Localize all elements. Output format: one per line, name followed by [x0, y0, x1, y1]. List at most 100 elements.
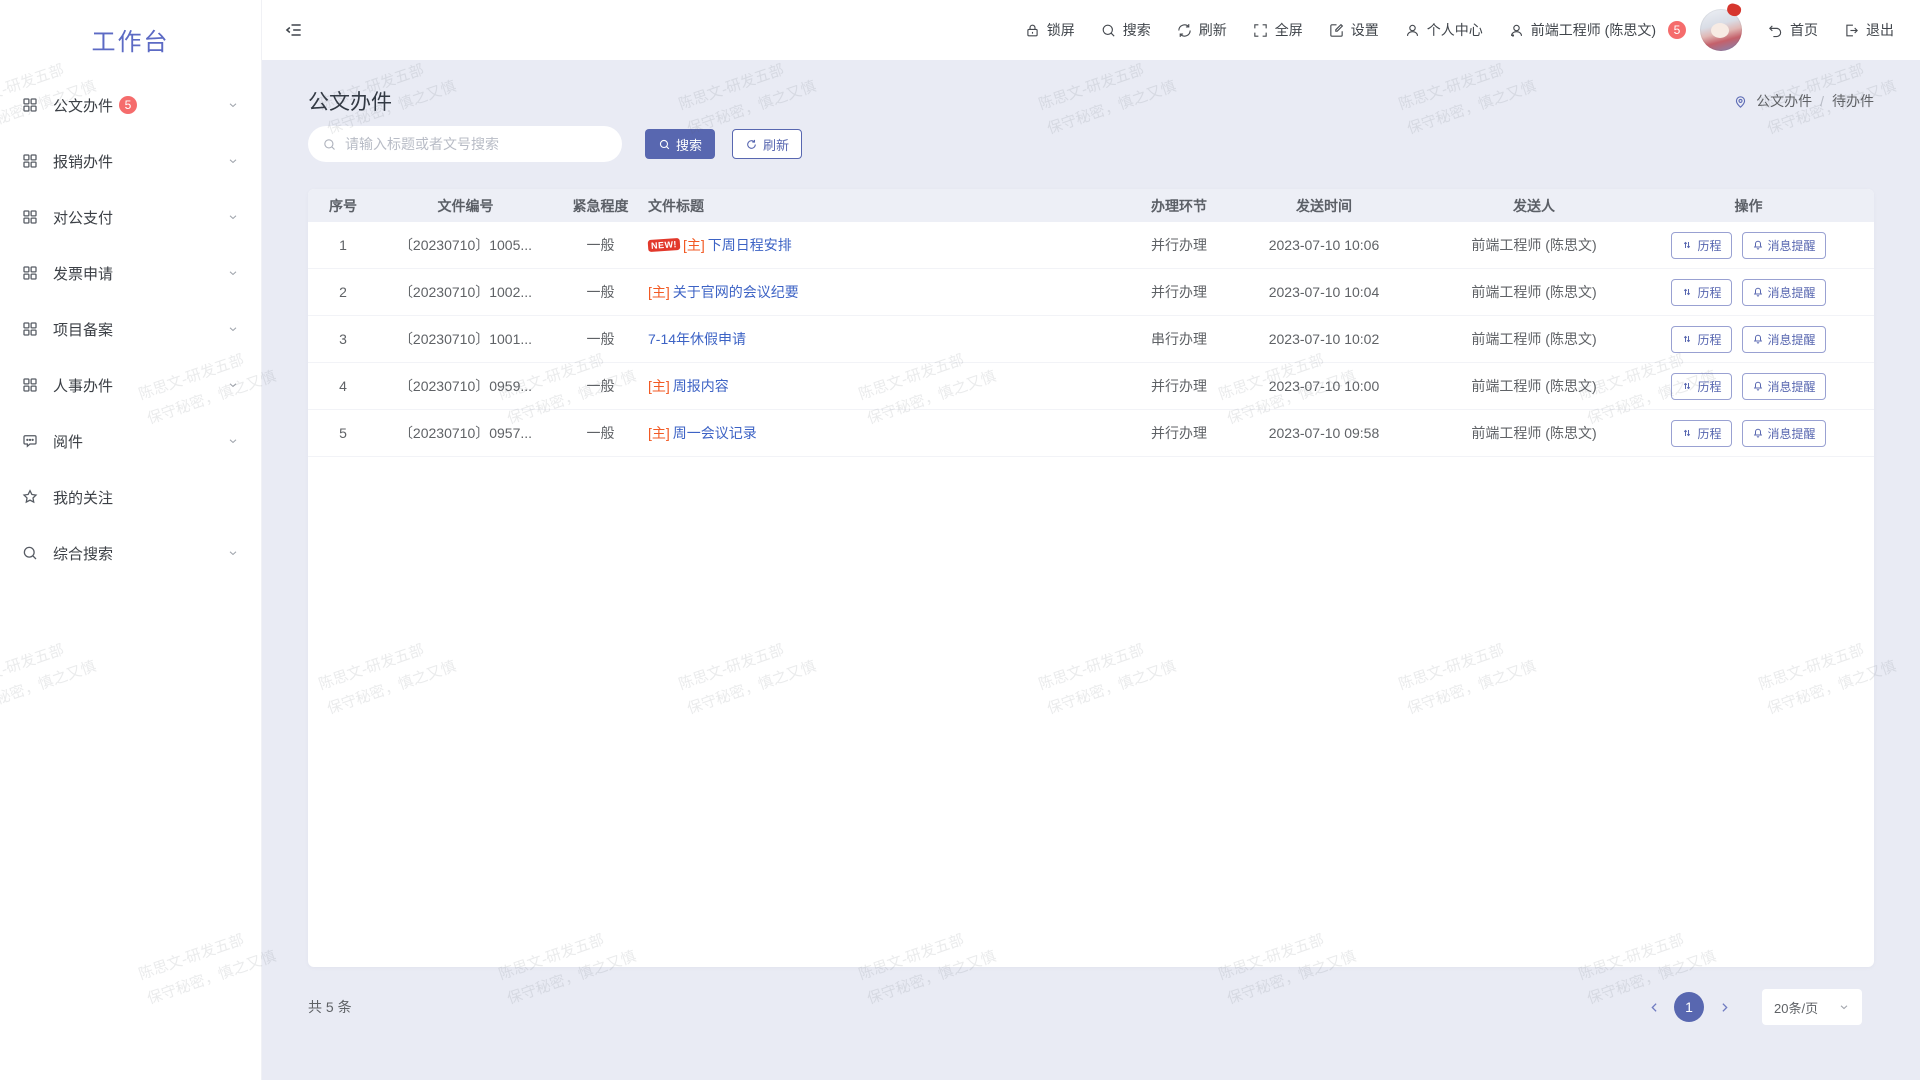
search-button[interactable]: 搜索: [645, 129, 715, 159]
col-header-doc-no: 文件编号: [378, 196, 553, 216]
grid-icon: [21, 96, 39, 114]
history-button[interactable]: 历程: [1671, 420, 1731, 447]
header-refresh-button[interactable]: 刷新: [1176, 20, 1227, 40]
cell-step: 并行办理: [1119, 423, 1239, 443]
collapse-sidebar-icon[interactable]: [284, 20, 304, 40]
home-button[interactable]: 首页: [1767, 20, 1818, 40]
new-badge: NEW!: [648, 238, 681, 252]
cell-urgency: 一般: [553, 423, 648, 443]
breadcrumb: 公文办件 / 待办件: [1733, 91, 1874, 111]
sidebar-item-reading[interactable]: 阅件: [0, 413, 261, 469]
logout-icon: [1843, 22, 1860, 39]
table-row: 2 〔20230710〕1002... 一般 [主] 关于官网的会议纪要 并行办…: [308, 269, 1874, 316]
personal-center-button[interactable]: 个人中心: [1404, 20, 1483, 40]
doc-title-link[interactable]: 周报内容: [673, 376, 729, 396]
cell-urgency: 一般: [553, 235, 648, 255]
documents-table: 序号 文件编号 紧急程度 文件标题 办理环节 发送时间 发送人 操作 1 〔20…: [308, 189, 1874, 967]
header-search-button[interactable]: 搜索: [1100, 20, 1151, 40]
search-icon: [658, 138, 671, 151]
sidebar-item-label: 发票申请: [53, 263, 113, 284]
grid-icon: [21, 320, 39, 338]
grid-icon: [21, 152, 39, 170]
sidebar-menu: 公文办件 5 报销办件 对公支付 发票申请 项目备案 人事办件: [0, 77, 261, 581]
sidebar-item-my-follows[interactable]: 我的关注: [0, 469, 261, 525]
cell-doc-no: 〔20230710〕1005...: [378, 235, 553, 255]
user-avatar[interactable]: [1700, 9, 1742, 51]
notify-button[interactable]: 消息提醒: [1742, 326, 1826, 353]
breadcrumb-section[interactable]: 公文办件: [1756, 91, 1812, 111]
grid-icon: [21, 264, 39, 282]
history-button[interactable]: 历程: [1671, 279, 1731, 306]
back-home-icon: [1767, 22, 1784, 39]
cell-sender: 前端工程师 (陈思文): [1409, 329, 1659, 349]
sidebar-item-official-docs[interactable]: 公文办件 5: [0, 77, 261, 133]
sidebar-item-label: 公文办件: [53, 95, 113, 116]
notify-label: 消息提醒: [1768, 425, 1816, 442]
table-row: 4 〔20230710〕0959... 一般 [主] 周报内容 并行办理 202…: [308, 363, 1874, 410]
history-button[interactable]: 历程: [1671, 373, 1731, 400]
bell-icon: [1752, 380, 1764, 392]
doc-title-link[interactable]: 下周日程安排: [708, 235, 792, 255]
notify-button[interactable]: 消息提醒: [1742, 232, 1826, 259]
search-input[interactable]: [345, 136, 595, 152]
sidebar-item-invoice-request[interactable]: 发票申请: [0, 245, 261, 301]
sidebar-item-label: 报销办件: [53, 151, 113, 172]
bell-icon: [1752, 427, 1764, 439]
settings-button[interactable]: 设置: [1328, 20, 1379, 40]
grid-icon: [21, 376, 39, 394]
sidebar-item-global-search[interactable]: 综合搜索: [0, 525, 261, 581]
logout-button[interactable]: 退出: [1843, 20, 1894, 40]
current-user[interactable]: 前端工程师 (陈思文) 5: [1508, 20, 1686, 40]
doc-title-link[interactable]: 7-14年休假申请: [648, 329, 746, 349]
cell-seq: 5: [308, 425, 378, 441]
sidebar-item-hr-affairs[interactable]: 人事办件: [0, 357, 261, 413]
breadcrumb-current: 待办件: [1832, 91, 1874, 111]
doc-title-link[interactable]: 周一会议记录: [673, 423, 757, 443]
page-size-select[interactable]: 20条/页: [1762, 989, 1862, 1025]
cell-urgency: 一般: [553, 329, 648, 349]
history-label: 历程: [1697, 284, 1721, 301]
sidebar-item-corporate-payment[interactable]: 对公支付: [0, 189, 261, 245]
chevron-down-icon: [227, 323, 239, 335]
sidebar: 工作台 公文办件 5 报销办件 对公支付 发票申请 项目备案: [0, 0, 262, 1080]
prev-page-button[interactable]: [1640, 993, 1668, 1021]
notify-button[interactable]: 消息提醒: [1742, 373, 1826, 400]
bell-icon: [1752, 333, 1764, 345]
history-button[interactable]: 历程: [1671, 326, 1731, 353]
notify-label: 消息提醒: [1768, 331, 1816, 348]
history-label: 历程: [1697, 378, 1721, 395]
bell-icon: [1752, 239, 1764, 251]
table-row: 3 〔20230710〕1001... 一般 7-14年休假申请 串行办理 20…: [308, 316, 1874, 363]
next-page-button[interactable]: [1710, 993, 1738, 1021]
page-number[interactable]: 1: [1674, 992, 1704, 1022]
refresh-button-label: 刷新: [763, 135, 789, 154]
fullscreen-button[interactable]: 全屏: [1252, 20, 1303, 40]
notify-label: 消息提醒: [1768, 378, 1816, 395]
notify-button[interactable]: 消息提醒: [1742, 279, 1826, 306]
cell-urgency: 一般: [553, 282, 648, 302]
cell-seq: 2: [308, 284, 378, 300]
sidebar-item-project-filing[interactable]: 项目备案: [0, 301, 261, 357]
col-header-actions: 操作: [1659, 196, 1874, 216]
grid-icon: [21, 208, 39, 226]
fullscreen-icon: [1252, 22, 1269, 39]
cell-doc-no: 〔20230710〕1002...: [378, 282, 553, 302]
search-icon: [21, 544, 39, 562]
history-icon: [1681, 239, 1693, 251]
doc-title-link[interactable]: 关于官网的会议纪要: [673, 282, 799, 302]
top-bar: 锁屏 搜索 刷新 全屏 设置 个人中心 前端工程师 (陈思文) 5 首页 退出: [262, 0, 1920, 60]
refresh-button[interactable]: 刷新: [732, 129, 802, 159]
cell-step: 并行办理: [1119, 376, 1239, 396]
user-role-icon: [1508, 22, 1525, 39]
app-title: 工作台: [0, 0, 261, 57]
doc-tag: [主]: [648, 423, 670, 443]
bell-icon: [1752, 286, 1764, 298]
history-button[interactable]: 历程: [1671, 232, 1731, 259]
page-size-value: 20条/页: [1774, 998, 1818, 1017]
search-button-label: 搜索: [676, 135, 702, 154]
sidebar-item-reimbursement[interactable]: 报销办件: [0, 133, 261, 189]
history-icon: [1681, 333, 1693, 345]
refresh-icon: [745, 138, 758, 151]
lock-screen-button[interactable]: 锁屏: [1024, 20, 1075, 40]
notify-button[interactable]: 消息提醒: [1742, 420, 1826, 447]
